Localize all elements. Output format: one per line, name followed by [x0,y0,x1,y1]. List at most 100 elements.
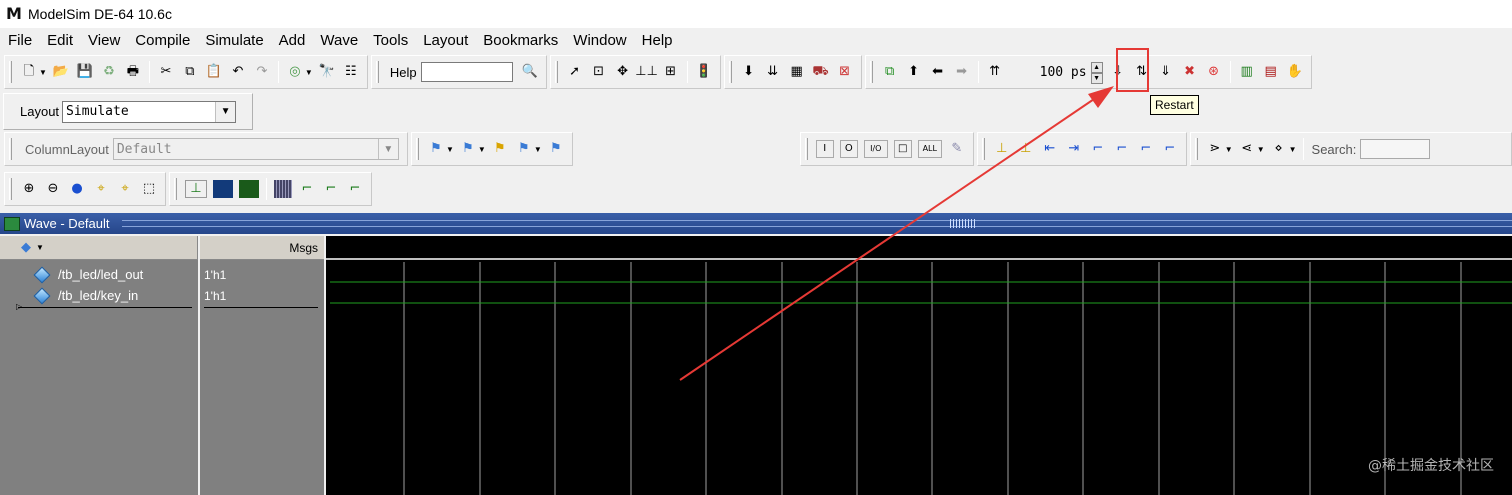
filter-inout-icon[interactable]: I/O [863,140,888,158]
up-arrow-icon[interactable]: ⬆ [905,63,923,81]
wave-add-icon[interactable]: ◆ [17,239,35,257]
filter-input-icon[interactable]: I [815,140,834,158]
trace-icon[interactable]: ⋄ [1270,140,1288,158]
pan-mode-icon[interactable]: ✥ [614,63,632,81]
toolbar-grip[interactable] [375,61,379,83]
dataflow-icon[interactable]: 🚦 [695,63,713,81]
delete-cursor-icon[interactable]: ⊥ [1017,140,1035,158]
memory-icon[interactable]: ▤ [1262,63,1280,81]
stop-sim-icon[interactable]: ⊛ [1205,63,1223,81]
show-block-icon[interactable] [239,180,259,198]
step-edge-4-icon[interactable]: ⌐ [1161,140,1179,158]
show-bar-icon[interactable] [213,180,233,198]
add-watch-icon[interactable]: ⚑ [547,140,565,158]
hand-icon[interactable]: ✋ [1286,63,1304,81]
zoom-out-icon[interactable]: ⊖ [44,180,62,198]
undo-icon[interactable]: ↶ [229,63,247,81]
stop-icon[interactable]: ⊠ [836,63,854,81]
select-pointer-icon[interactable]: ➚ [566,63,584,81]
menu-simulate[interactable]: Simulate [205,32,263,49]
next-edge-icon[interactable]: ⇥ [1065,140,1083,158]
menu-view[interactable]: View [88,32,120,49]
chevron-down-icon[interactable]: ▼ [215,101,236,122]
filter-all-icon[interactable]: ALL [917,140,942,158]
reload-icon[interactable]: ♻ [100,63,118,81]
menu-edit[interactable]: Edit [47,32,73,49]
edit-mode-icon[interactable]: ⊥⊥ [635,63,658,81]
toolbar-grip[interactable] [9,61,12,83]
help-search-icon[interactable]: 🔍 [521,63,539,81]
copy-icon[interactable]: ⧉ [181,63,199,81]
open-folder-icon[interactable]: 📂 [52,63,70,81]
new-file-icon[interactable]: 🗋 [20,63,38,81]
run-length-spinner[interactable]: ▲ ▼ [1090,62,1103,84]
previous-edge-icon[interactable]: ⇤ [1041,140,1059,158]
column-layout-select[interactable]: Default ▼ [112,138,399,160]
redo-icon[interactable]: ↷ [253,63,271,81]
simulate-icon[interactable]: ▦ [788,63,806,81]
menu-bookmarks[interactable]: Bookmarks [483,32,558,49]
menu-help[interactable]: Help [642,32,673,49]
menu-compile[interactable]: Compile [135,32,190,49]
run-all-icon[interactable]: ⇓ [1157,63,1175,81]
window-drag-handle[interactable] [950,219,976,228]
find-binoculars-icon[interactable]: 🔭 [318,63,336,81]
toolbar-grip[interactable] [554,61,558,83]
signal-row[interactable]: /tb_led/led_out [33,264,143,285]
print-icon[interactable]: 🖶 [124,63,142,81]
dropdown-arrow-icon[interactable]: ▼ [478,145,486,154]
run-length-field[interactable]: 100 ps [1007,61,1089,83]
waveform-canvas[interactable] [326,236,1512,495]
collapse-icon[interactable]: ⋖ [1238,140,1256,158]
toolbar-grip[interactable] [1194,138,1198,160]
compile-out-of-date-icon[interactable]: ⇊ [764,63,782,81]
search-input[interactable] [1360,139,1431,159]
wave-step-2-icon[interactable]: ⌐ [346,180,364,198]
zoom-cursors-icon[interactable]: ⌖ [116,180,134,198]
toolbar-grip[interactable] [174,178,177,200]
dropdown-arrow-icon[interactable]: ▼ [305,68,313,77]
add-list-icon[interactable]: ⚑ [459,140,477,158]
compile-icon[interactable]: ◎ [286,63,304,81]
forward-arrow-icon[interactable]: ➡ [953,63,971,81]
menu-wave[interactable]: Wave [320,32,358,49]
layout-select[interactable]: Simulate ▼ [62,100,237,123]
dropdown-arrow-icon[interactable]: ▼ [39,68,47,77]
menu-add[interactable]: Add [279,32,306,49]
chevron-down-icon[interactable]: ▼ [377,139,398,159]
expand-icon[interactable]: ⋗ [1206,140,1224,158]
dropdown-arrow-icon[interactable]: ▼ [1257,145,1265,154]
toolbar-grip[interactable] [9,138,12,160]
dropdown-arrow-icon[interactable]: ▼ [1225,145,1233,154]
wave-step-icon[interactable]: ⌐ [322,180,340,198]
compile-all-icon[interactable]: ⬇ [740,63,758,81]
environment-icon[interactable]: ⧉ [881,63,899,81]
toolbar-grip[interactable] [416,138,419,160]
wave-edge-icon[interactable]: ⌐ [298,180,316,198]
menu-layout[interactable]: Layout [423,32,468,49]
back-arrow-icon[interactable]: ⬅ [929,63,947,81]
toolbar-grip[interactable] [9,178,12,200]
wave-style-icon[interactable] [274,180,292,198]
add-log-icon[interactable]: ⚑ [491,140,509,158]
menu-tools[interactable]: Tools [373,32,408,49]
toolbar-grip[interactable] [981,138,985,160]
save-icon[interactable]: 💾 [76,63,94,81]
toolbar-grip[interactable] [728,61,732,83]
step-edge-3-icon[interactable]: ⌐ [1137,140,1155,158]
signal-row[interactable]: /tb_led/key_in [33,285,138,306]
dropdown-arrow-icon[interactable]: ▼ [446,145,454,154]
zoom-full-icon[interactable]: ● [68,180,86,198]
insert-cursor-icon[interactable]: ⊥ [993,140,1011,158]
zoom-mode-icon[interactable]: ⊡ [590,63,608,81]
cut-icon[interactable]: ✂ [157,63,175,81]
menu-window[interactable]: Window [573,32,626,49]
dropdown-arrow-icon[interactable]: ▼ [1289,145,1297,154]
add-wave-icon[interactable]: ⚑ [427,140,445,158]
toolbar-grip[interactable] [804,138,808,160]
toolbar-grip[interactable] [869,61,873,83]
step-edge-2-icon[interactable]: ⌐ [1113,140,1131,158]
paste-icon[interactable]: 📋 [205,63,223,81]
performance-icon[interactable]: ▥ [1238,63,1256,81]
waveform-pane[interactable] [326,236,1512,495]
